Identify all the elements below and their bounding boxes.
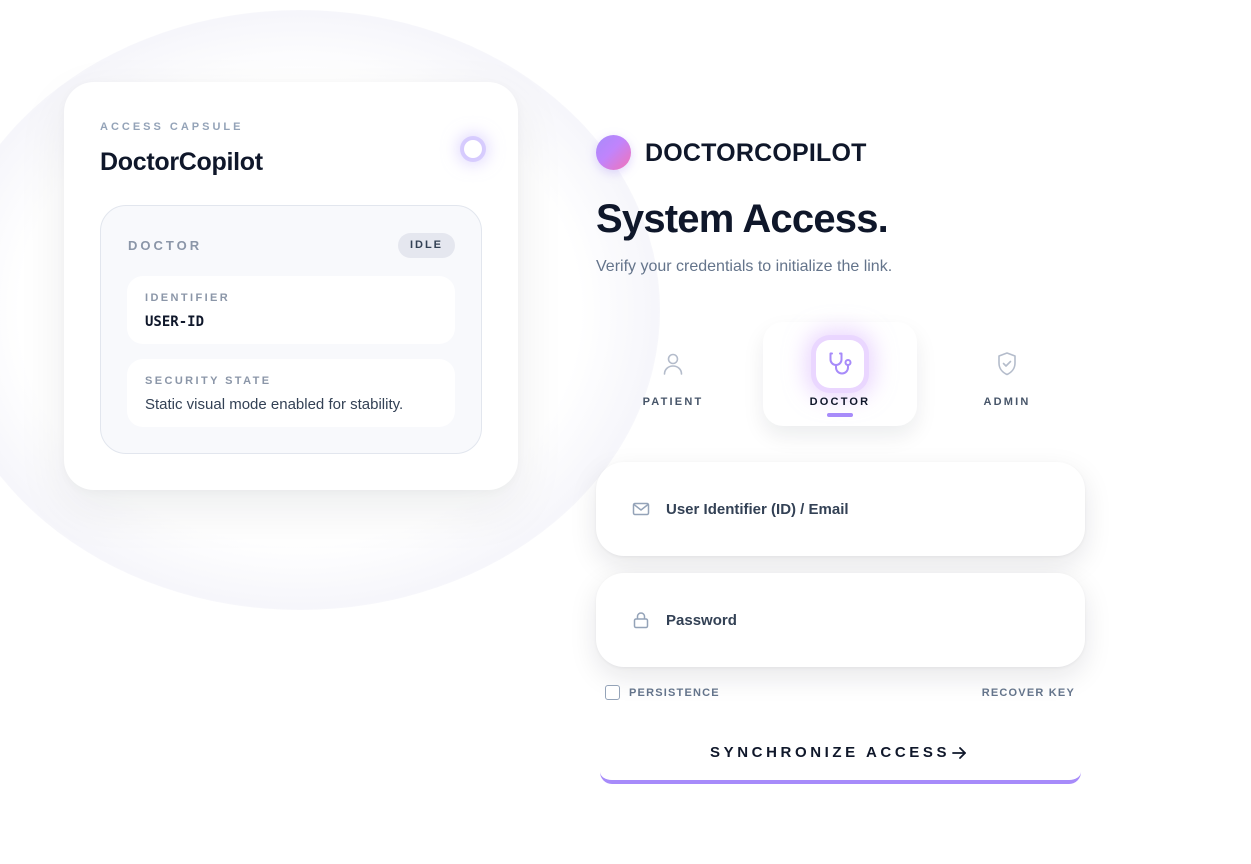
role-tab-patient[interactable]: PATIENT: [596, 322, 750, 426]
submit-label: SYNCHRONIZE ACCESS: [710, 744, 951, 761]
security-state-box: SECURITY STATE Static visual mode enable…: [127, 359, 455, 427]
security-state-label: SECURITY STATE: [145, 375, 272, 387]
recover-key-link[interactable]: RECOVER KEY: [982, 687, 1075, 699]
identifier-label: IDENTIFIER: [145, 292, 231, 304]
capsule-role: DOCTOR: [128, 238, 203, 253]
identifier-input[interactable]: [666, 492, 1056, 526]
identifier-box: IDENTIFIER USER-ID: [127, 276, 455, 344]
role-tab-doctor[interactable]: DOCTOR: [763, 322, 917, 426]
brand-name: DOCTORCOPILOT: [645, 139, 867, 167]
status-badge: IDLE: [397, 233, 455, 258]
access-capsule-card: ACCESS CAPSULE DoctorCopilot DOCTOR IDLE…: [64, 82, 518, 490]
page-subtitle: Verify your credentials to initialize th…: [596, 258, 893, 275]
persistence-checkbox[interactable]: [605, 685, 620, 700]
lock-icon: [633, 612, 649, 629]
role-label-patient: PATIENT: [642, 396, 704, 408]
stethoscope-icon: [816, 340, 864, 388]
role-tab-admin[interactable]: ADMIN: [930, 322, 1084, 426]
shield-check-icon: [983, 340, 1031, 388]
identifier-field-wrapper: [596, 462, 1085, 556]
security-state-value: Static visual mode enabled for stability…: [145, 396, 404, 413]
brand-logo: [596, 135, 631, 170]
arrow-right-icon: [952, 747, 966, 759]
capsule-inner-panel: DOCTOR IDLE IDENTIFIER USER-ID SECURITY …: [100, 205, 482, 454]
password-input[interactable]: [666, 603, 1056, 637]
capsule-eyebrow: ACCESS CAPSULE: [100, 121, 244, 133]
login-page: ACCESS CAPSULE DoctorCopilot DOCTOR IDLE…: [0, 0, 1251, 864]
persistence-label: PERSISTENCE: [629, 686, 720, 699]
capsule-title: DoctorCopilot: [100, 148, 263, 176]
role-label-doctor: DOCTOR: [809, 396, 871, 408]
status-indicator-dot: [464, 140, 482, 158]
selected-tab-indicator: [827, 413, 853, 417]
synchronize-access-button[interactable]: SYNCHRONIZE ACCESS: [600, 727, 1081, 784]
identifier-value: USER-ID: [145, 314, 205, 330]
page-title: System Access.: [596, 197, 889, 241]
password-field-wrapper: [596, 573, 1085, 667]
persistence-toggle[interactable]: PERSISTENCE: [605, 685, 720, 700]
mail-icon: [632, 502, 650, 516]
user-icon: [649, 340, 697, 388]
role-label-admin: ADMIN: [983, 396, 1031, 408]
